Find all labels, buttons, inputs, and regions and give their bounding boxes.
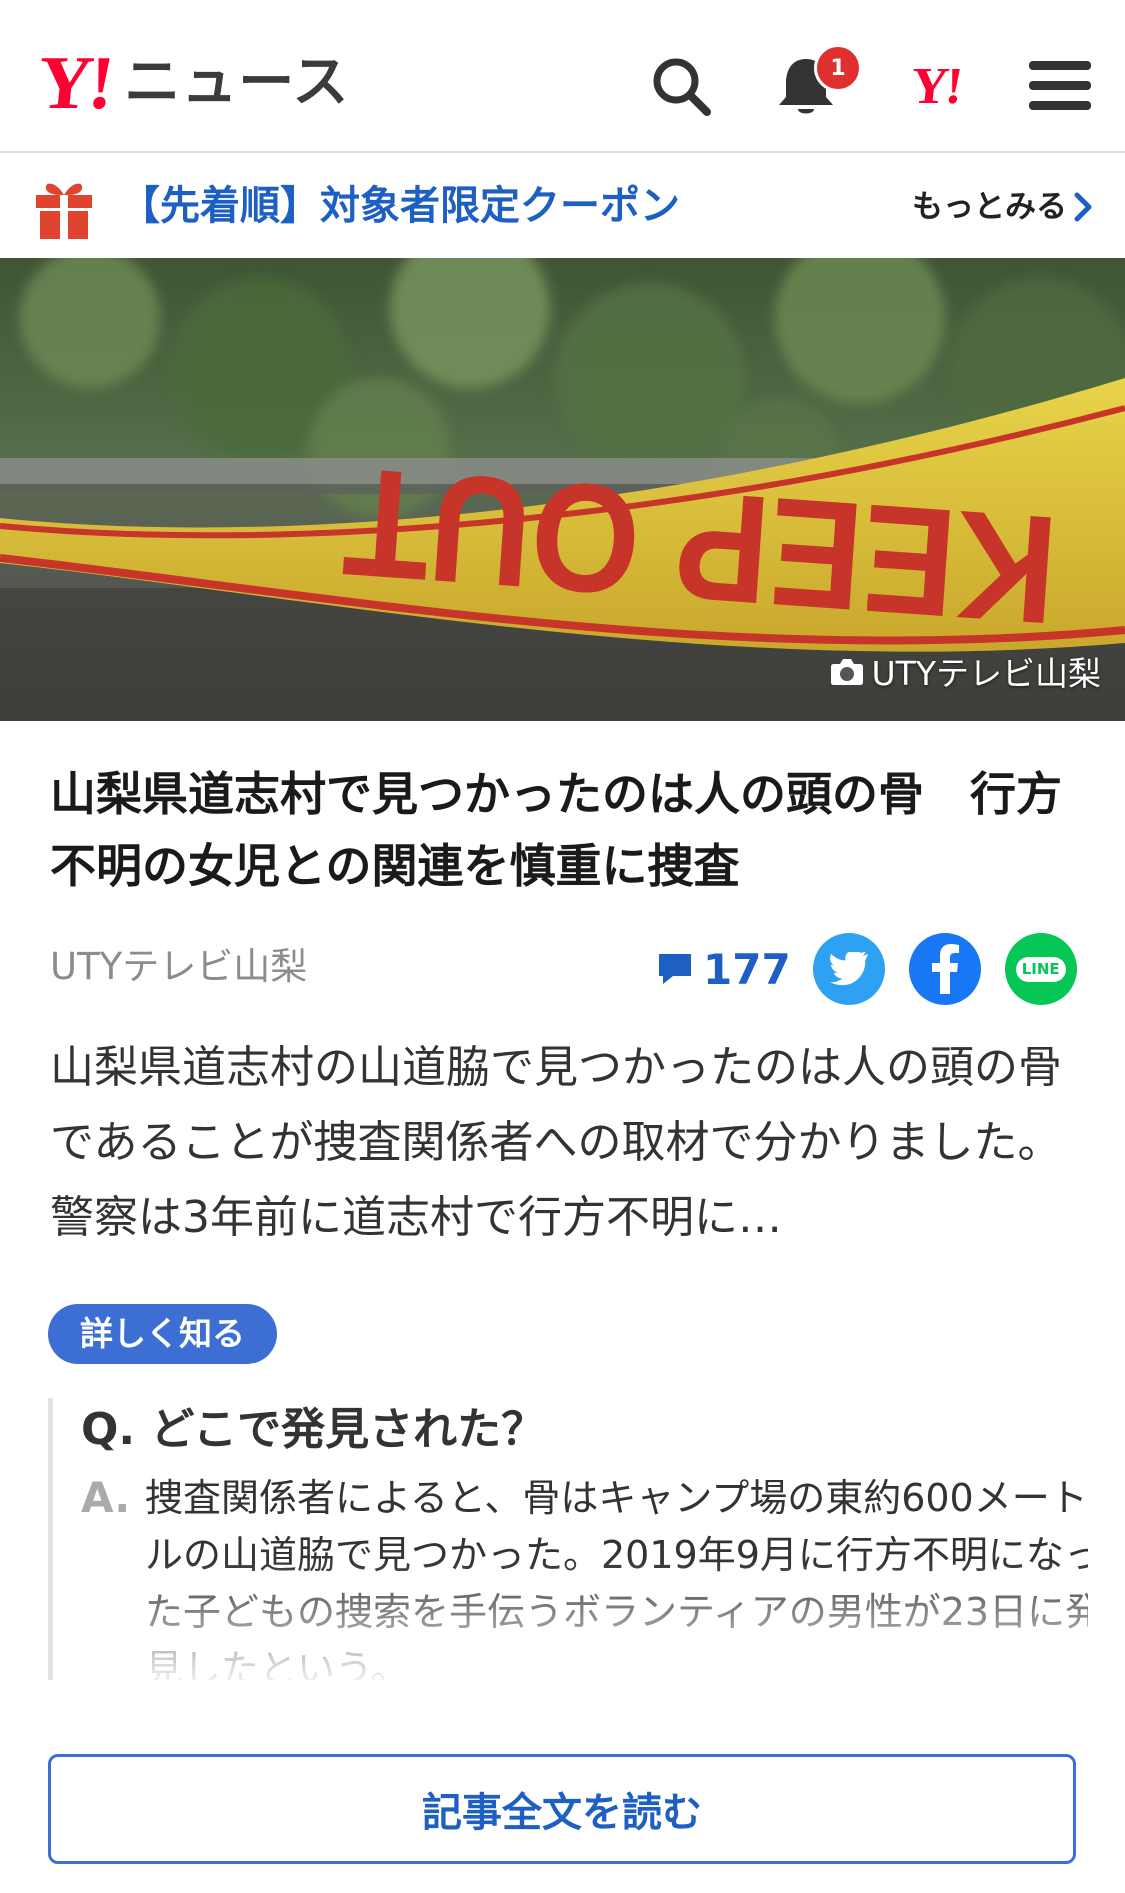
learn-more-badge: 詳しく知る (48, 1304, 277, 1364)
notification-button[interactable]: 1 (770, 44, 862, 122)
photo-credit: UTYテレビ山梨 (830, 647, 1101, 695)
comment-icon (659, 954, 691, 984)
logo-text: ニュース (124, 50, 350, 115)
camera-icon (830, 659, 863, 685)
line-icon: LINE (1015, 956, 1066, 982)
search-button[interactable] (645, 50, 717, 122)
article-title[interactable]: 山梨県道志村で見つかったのは人の頭の骨 行方不明の女児との関連を慎重に捜査 (50, 758, 1090, 902)
twitter-share-button[interactable] (812, 933, 885, 1005)
gift-icon (36, 183, 92, 239)
qa-question: Q. どこで発見された？ (81, 1404, 546, 1455)
see-more-label: もっとみる (912, 189, 1067, 225)
qa-section[interactable]: Q. どこで発見された？ A. 捜査関係者によると、骨はキャンプ場の東約600メ… (48, 1398, 1088, 1680)
read-full-article-button[interactable]: 記事全文を読む (48, 1754, 1076, 1864)
see-more-link[interactable]: もっとみる (912, 185, 1093, 229)
yahoo-japan-icon: Y! (907, 57, 963, 115)
comment-count: 177 (703, 944, 791, 994)
chevron-right-icon (1074, 192, 1092, 222)
yahoo-news-logo[interactable]: Y! ニュース (34, 41, 350, 125)
photo-credit-text: UTYテレビ山梨 (871, 654, 1101, 693)
notification-badge: 1 (814, 44, 862, 92)
facebook-icon (931, 944, 959, 994)
facebook-share-button[interactable] (908, 933, 981, 1005)
qa-answer: 捜査関係者によると、骨はキャンプ場の東約600メートルの山道脇で見つかった。20… (145, 1476, 1088, 1680)
article-hero-image[interactable]: KEEP OUT UTYテレビ山梨 (0, 258, 1125, 721)
logo-mark: Y! (33, 41, 115, 125)
search-icon (653, 58, 711, 116)
menu-button[interactable] (1025, 50, 1095, 122)
hamburger-menu-icon (1029, 61, 1091, 110)
twitter-icon (829, 952, 868, 986)
share-bar: 177 LINE (655, 932, 1077, 1006)
qa-answer-mark: A. (81, 1473, 131, 1522)
article-source: UTYテレビ山梨 (50, 945, 308, 988)
line-share-button[interactable]: LINE (1004, 933, 1077, 1005)
comments-button[interactable]: 177 (655, 945, 791, 994)
coupon-text[interactable]: 【先着順】対象者限定クーポン (120, 179, 680, 233)
coupon-banner[interactable]: 【先着順】対象者限定クーポン もっとみる (0, 155, 1125, 258)
app-header: Y! ニュース 1 Y! (0, 0, 1125, 153)
article-summary[interactable]: 山梨県道志村の山道脇で見つかったのは人の頭の骨であることが捜査関係者への取材で分… (50, 1030, 1080, 1255)
yahoo-japan-button[interactable]: Y! (890, 50, 980, 122)
